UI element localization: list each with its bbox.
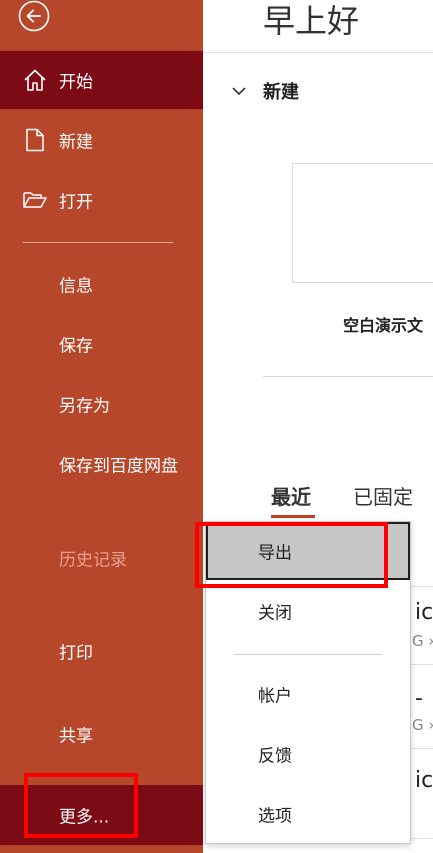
row-divider — [409, 664, 433, 665]
menu-item-feedback[interactable]: 反馈 — [206, 725, 410, 783]
sidebar-item-label: 打印 — [59, 643, 93, 664]
recent-file-title[interactable]: - — [415, 686, 423, 711]
menu-item-label: 关闭 — [258, 603, 292, 624]
sidebar-item-share[interactable]: 共享 — [0, 705, 203, 763]
section-divider — [263, 376, 433, 377]
backstage-sidebar: 开始 新建 打开 信息 保存 另存为 保存到百度网盘 历史记录 打印 共享 更多… — [0, 0, 203, 853]
row-divider — [409, 748, 433, 749]
sidebar-item-history: 历史记录 — [0, 529, 203, 587]
sidebar-item-label: 保存 — [59, 336, 93, 357]
recent-file-path: G › — [412, 716, 433, 734]
back-arrow-icon[interactable] — [18, 0, 50, 32]
sidebar-item-save-as[interactable]: 另存为 — [0, 375, 203, 433]
menu-item-label: 选项 — [258, 806, 292, 827]
header-divider — [203, 52, 433, 53]
sidebar-item-label: 信息 — [59, 276, 93, 297]
menu-divider — [234, 654, 382, 655]
sidebar-item-open[interactable]: 打开 — [0, 171, 203, 229]
sidebar-item-home[interactable]: 开始 — [0, 51, 203, 109]
recent-file-title[interactable]: ic — [415, 768, 433, 793]
sidebar-item-save[interactable]: 保存 — [0, 315, 203, 373]
home-icon — [22, 67, 48, 93]
greeting-title: 早上好 — [263, 2, 360, 40]
sidebar-item-new[interactable]: 新建 — [0, 111, 203, 169]
tab-recent-underline — [271, 515, 315, 518]
sidebar-item-label: 历史记录 — [59, 550, 127, 571]
folder-open-icon — [22, 187, 48, 213]
recent-file-title[interactable]: ic — [415, 600, 433, 625]
sidebar-item-label: 开始 — [59, 72, 93, 93]
new-section-toggle[interactable]: 新建 — [231, 78, 299, 104]
menu-item-label: 帐户 — [258, 686, 292, 707]
sidebar-item-label: 另存为 — [59, 396, 110, 417]
sidebar-item-info[interactable]: 信息 — [0, 255, 203, 313]
section-title: 新建 — [263, 82, 299, 103]
menu-item-close[interactable]: 关闭 — [206, 582, 410, 640]
tab-pinned[interactable]: 已固定 — [353, 481, 413, 510]
chevron-down-icon — [231, 83, 247, 99]
menu-item-label: 反馈 — [258, 746, 292, 767]
sidebar-item-label: 新建 — [59, 132, 93, 153]
annotation-highlight-more — [24, 773, 138, 838]
row-divider — [409, 586, 433, 587]
new-file-icon — [22, 127, 48, 153]
sidebar-item-label: 打开 — [59, 192, 93, 213]
row-divider — [409, 838, 433, 839]
sidebar-item-label: 共享 — [59, 726, 93, 747]
blank-presentation-template[interactable] — [292, 163, 433, 283]
template-label: 空白演示文 — [343, 316, 424, 335]
recent-file-path: G › — [412, 632, 433, 650]
sidebar-item-save-baidu[interactable]: 保存到百度网盘 — [0, 435, 203, 493]
tab-recent[interactable]: 最近 — [271, 481, 311, 510]
sidebar-item-print[interactable]: 打印 — [0, 622, 203, 680]
menu-item-account[interactable]: 帐户 — [206, 665, 410, 723]
sidebar-divider — [23, 242, 173, 243]
annotation-highlight-export — [195, 522, 388, 588]
menu-item-options[interactable]: 选项 — [206, 785, 410, 843]
sidebar-item-label: 保存到百度网盘 — [59, 456, 178, 477]
